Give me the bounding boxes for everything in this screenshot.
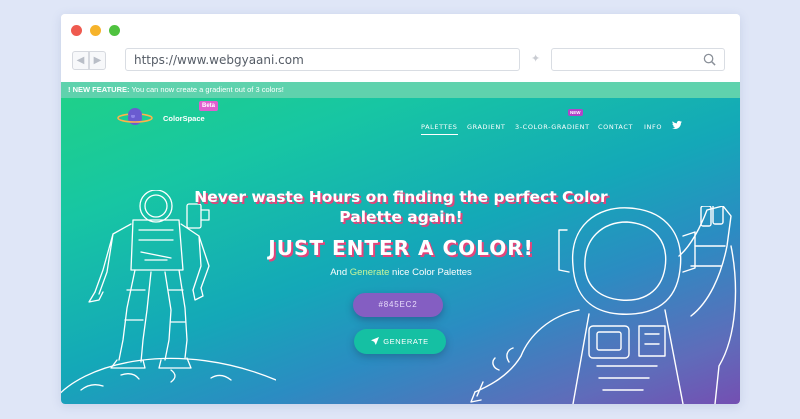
hero-headline: Never waste Hours on finding the perfect… [161, 187, 641, 227]
hero-headline-line-1: Never waste Hours on finding the perfect… [194, 188, 608, 206]
subtitle-highlight: Generate [349, 267, 390, 278]
search-icon [703, 53, 716, 66]
hero-subtitle: And Generate nice Color Palettes [161, 267, 641, 278]
nav-item-gradient[interactable]: GRADIENT [467, 123, 505, 131]
browser-search-input[interactable] [551, 48, 725, 71]
color-input[interactable]: #845EC2 [353, 293, 443, 317]
announcement-prefix: ! NEW FEATURE: [68, 85, 130, 94]
twitter-icon[interactable] [672, 120, 682, 130]
close-window-dot[interactable] [71, 25, 82, 36]
planet-logo-icon[interactable] [115, 106, 155, 130]
nav-item-contact[interactable]: CONTACT [598, 123, 633, 131]
back-arrow-icon[interactable]: ◀ [72, 51, 89, 70]
minimize-window-dot[interactable] [90, 25, 101, 36]
nav-item-info[interactable]: INFO [644, 123, 662, 131]
new-badge: NEW [568, 109, 583, 116]
generate-button[interactable]: GENERATE [354, 329, 446, 354]
announcement-text: You can now create a gradient out of 3 c… [129, 85, 284, 94]
browser-chrome: ◀ ▶ https://www.webgyaani.com ✦ [61, 14, 740, 82]
hero-section: ColorSpace Beta PALETTES GRADIENT 3-COLO… [61, 98, 740, 404]
generate-button-label: GENERATE [383, 337, 429, 346]
hero-call-to-action: JUST ENTER A COLOR! [268, 236, 534, 260]
forward-arrow-icon[interactable]: ▶ [89, 51, 106, 70]
maximize-window-dot[interactable] [109, 25, 120, 36]
brand-name[interactable]: ColorSpace [163, 114, 205, 123]
address-bar[interactable]: https://www.webgyaani.com [125, 48, 520, 71]
nav-item-palettes[interactable]: PALETTES [421, 123, 458, 135]
nav-item-3-color-gradient[interactable]: 3-COLOR-GRADIENT [515, 123, 590, 131]
paper-plane-icon [371, 337, 380, 345]
beta-badge: Beta [199, 101, 219, 111]
subtitle-prefix: And [330, 267, 350, 278]
hero-headline-line-2: Palette again! [339, 208, 463, 226]
feature-announcement-bar: ! NEW FEATURE: You can now create a grad… [61, 82, 740, 98]
subtitle-suffix: nice Color Palettes [389, 267, 472, 278]
bookmark-star-icon[interactable]: ✦ [531, 52, 540, 65]
browser-window: ◀ ▶ https://www.webgyaani.com ✦ ! NEW FE… [61, 14, 740, 404]
